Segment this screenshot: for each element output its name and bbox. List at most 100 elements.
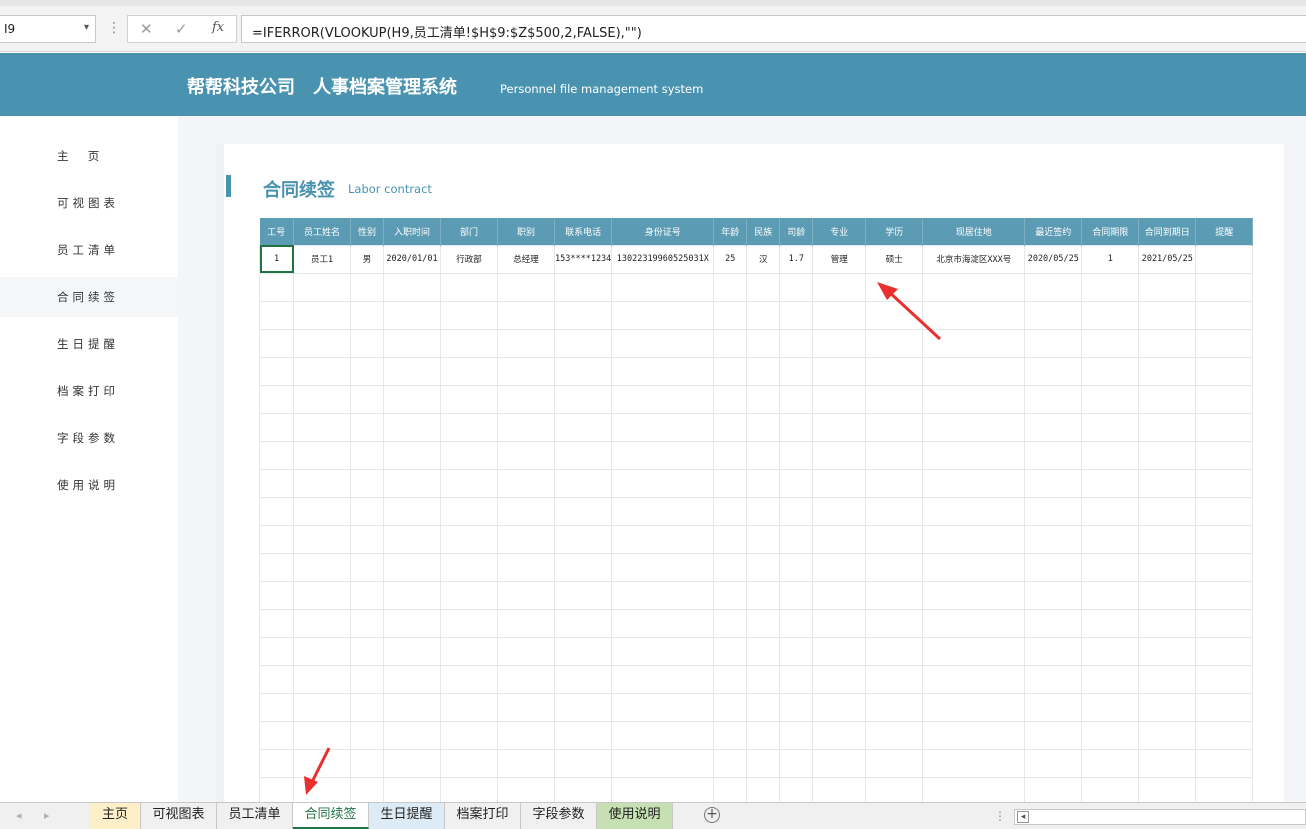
table-cell[interactable] <box>440 664 498 694</box>
table-cell[interactable] <box>1081 384 1140 414</box>
table-cell[interactable] <box>1024 496 1083 526</box>
table-cell[interactable] <box>1138 468 1197 498</box>
table-cell[interactable] <box>779 300 814 330</box>
table-cell[interactable] <box>1024 524 1083 554</box>
table-cell[interactable] <box>293 356 351 386</box>
table-cell[interactable] <box>713 720 748 750</box>
table-cell[interactable] <box>779 636 814 666</box>
table-cell[interactable] <box>1195 272 1254 302</box>
table-cell[interactable] <box>611 300 715 330</box>
table-cell[interactable] <box>497 328 555 358</box>
table-cell[interactable] <box>1024 440 1083 470</box>
table-cell[interactable] <box>440 524 498 554</box>
table-cell[interactable] <box>779 720 814 750</box>
table-cell[interactable] <box>383 300 441 330</box>
table-cell[interactable] <box>713 384 748 414</box>
table-cell[interactable] <box>383 692 441 722</box>
table-cell[interactable] <box>259 356 294 386</box>
table-cell[interactable] <box>1024 356 1083 386</box>
sidebar-item-contract[interactable]: 合同续签 <box>0 277 178 317</box>
table-cell[interactable] <box>1138 384 1197 414</box>
table-cell[interactable] <box>1195 692 1254 722</box>
table-cell[interactable] <box>1195 580 1254 610</box>
table-cell[interactable] <box>497 440 555 470</box>
table-cell[interactable] <box>865 412 924 442</box>
table-cell[interactable] <box>259 776 294 806</box>
table-cell[interactable]: 汉 <box>746 244 781 274</box>
table-cell[interactable] <box>812 720 867 750</box>
table-cell[interactable] <box>746 356 781 386</box>
table-cell[interactable] <box>1195 384 1254 414</box>
sidebar-item-charts[interactable]: 可视图表 <box>0 183 178 223</box>
table-cell[interactable] <box>440 468 498 498</box>
table-cell[interactable] <box>350 412 384 442</box>
sheet-tab[interactable]: 主页 <box>90 803 141 829</box>
table-cell[interactable] <box>259 608 294 638</box>
table-cell[interactable] <box>440 692 498 722</box>
table-cell[interactable] <box>259 720 294 750</box>
table-cell[interactable] <box>350 524 384 554</box>
table-cell[interactable] <box>611 720 715 750</box>
table-cell[interactable] <box>1138 524 1197 554</box>
table-cell[interactable] <box>1195 664 1254 694</box>
sheet-tab[interactable]: 档案打印 <box>445 803 521 829</box>
table-cell[interactable] <box>1024 776 1083 806</box>
table-cell[interactable] <box>1138 748 1197 778</box>
table-cell[interactable] <box>812 300 867 330</box>
table-cell[interactable] <box>1081 524 1140 554</box>
table-cell[interactable]: 130223199605250­31X <box>611 244 715 274</box>
table-cell[interactable] <box>350 356 384 386</box>
enter-icon[interactable]: ✓ <box>175 20 188 38</box>
table-cell[interactable] <box>259 580 294 610</box>
table-cell[interactable] <box>865 440 924 470</box>
table-cell[interactable] <box>1195 496 1254 526</box>
table-cell[interactable] <box>553 664 613 694</box>
table-cell[interactable] <box>553 468 613 498</box>
table-cell[interactable] <box>1138 720 1197 750</box>
table-cell[interactable] <box>383 720 441 750</box>
table-cell[interactable] <box>383 776 441 806</box>
table-cell[interactable] <box>497 748 555 778</box>
table-cell[interactable] <box>922 328 1026 358</box>
table-cell[interactable] <box>350 328 384 358</box>
table-cell[interactable] <box>1024 272 1083 302</box>
table-cell[interactable] <box>746 552 781 582</box>
table-cell[interactable]: 153****1234 <box>553 244 613 274</box>
table-cell[interactable] <box>553 328 613 358</box>
table-cell[interactable] <box>746 496 781 526</box>
scroll-left-icon[interactable]: ◂ <box>16 809 22 822</box>
table-cell[interactable] <box>553 608 613 638</box>
table-cell[interactable] <box>746 468 781 498</box>
table-cell[interactable]: 男 <box>350 244 384 274</box>
table-cell[interactable] <box>497 776 555 806</box>
table-cell[interactable] <box>746 636 781 666</box>
table-cell[interactable] <box>293 692 351 722</box>
table-cell[interactable] <box>746 328 781 358</box>
table-cell[interactable] <box>293 608 351 638</box>
table-cell[interactable] <box>713 776 748 806</box>
table-cell[interactable] <box>259 552 294 582</box>
table-cell[interactable] <box>865 692 924 722</box>
table-cell[interactable] <box>611 496 715 526</box>
table-cell[interactable] <box>865 608 924 638</box>
table-cell[interactable] <box>922 272 1026 302</box>
table-cell[interactable]: 25 <box>713 244 748 274</box>
table-cell[interactable] <box>779 356 814 386</box>
table-cell[interactable] <box>865 636 924 666</box>
table-cell[interactable] <box>293 748 351 778</box>
table-cell[interactable] <box>553 636 613 666</box>
table-cell[interactable] <box>293 272 351 302</box>
table-cell[interactable] <box>1138 580 1197 610</box>
table-cell[interactable] <box>259 300 294 330</box>
table-cell[interactable] <box>713 356 748 386</box>
table-cell[interactable] <box>497 356 555 386</box>
table-cell[interactable] <box>1081 720 1140 750</box>
table-cell[interactable] <box>746 384 781 414</box>
table-cell[interactable] <box>1138 356 1197 386</box>
table-cell[interactable] <box>812 692 867 722</box>
table-cell[interactable] <box>497 720 555 750</box>
table-cell[interactable] <box>350 664 384 694</box>
table-cell[interactable] <box>1138 440 1197 470</box>
table-cell[interactable] <box>497 608 555 638</box>
table-cell[interactable] <box>553 776 613 806</box>
